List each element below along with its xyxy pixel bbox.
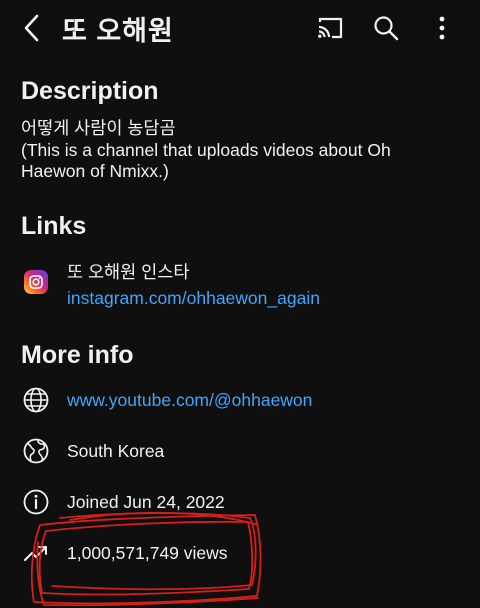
- search-button[interactable]: [370, 12, 402, 44]
- description-heading: Description: [21, 77, 159, 105]
- back-arrow-icon: [24, 14, 39, 42]
- cast-button[interactable]: [314, 12, 346, 44]
- more-info-heading: More info: [21, 341, 134, 369]
- more-vertical-icon: [439, 16, 445, 40]
- view-count-text: 1,000,571,749 views: [67, 543, 228, 563]
- description-text: 어떻게 사람이 농담곰 (This is a channel that uplo…: [21, 118, 461, 183]
- link-title: 또 오해원 인스타: [67, 262, 190, 282]
- description-line: (This is a channel that uploads videos a…: [21, 139, 391, 160]
- instagram-icon: [24, 270, 48, 294]
- top-app-bar: 또 오해원: [0, 0, 480, 56]
- channel-title: 또 오해원: [62, 16, 174, 46]
- globe-icon: [22, 386, 50, 414]
- more-options-button[interactable]: [426, 12, 458, 44]
- instagram-link[interactable]: instagram.com/ohhaewon_again: [67, 288, 320, 309]
- cast-icon: [318, 17, 343, 39]
- search-icon: [374, 16, 399, 41]
- country-text: South Korea: [67, 441, 165, 461]
- joined-date-text: Joined Jun 24, 2022: [67, 492, 225, 512]
- back-button[interactable]: [14, 10, 50, 46]
- description-line: 어떻게 사람이 농담곰: [21, 118, 176, 138]
- links-heading: Links: [21, 212, 87, 240]
- website-link[interactable]: www.youtube.com/@ohhaewon: [67, 390, 312, 411]
- description-line: Haewon of Nmixx.): [21, 161, 169, 181]
- location-globe-icon: [22, 437, 50, 465]
- info-icon: [22, 488, 50, 516]
- trending-up-icon: [22, 539, 50, 567]
